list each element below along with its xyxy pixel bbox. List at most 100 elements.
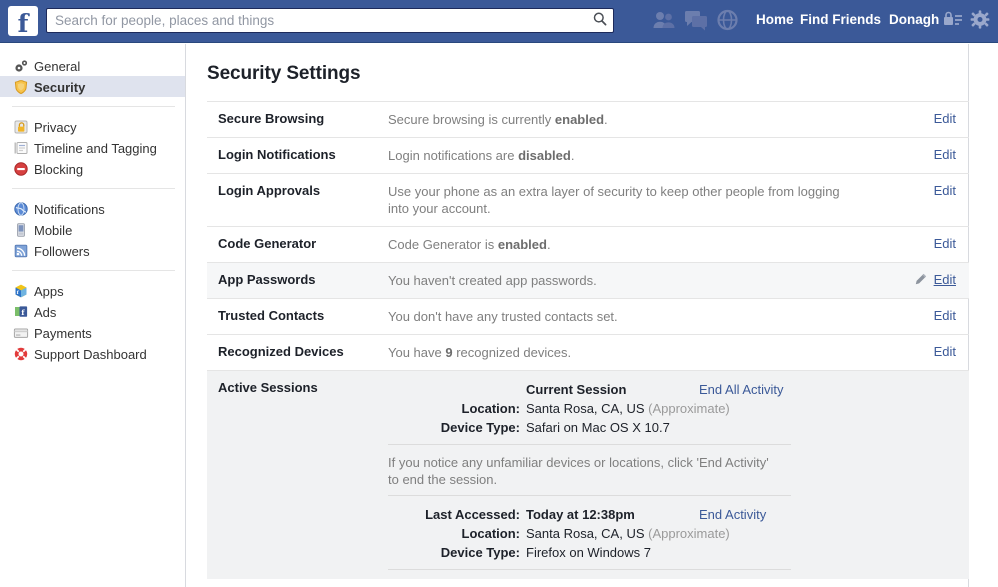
- sidebar-divider: [12, 270, 175, 271]
- sidebar-item-security[interactable]: Security: [0, 76, 185, 97]
- search-box: [46, 8, 614, 33]
- shield-icon: [13, 79, 29, 95]
- sidebar-item-followers[interactable]: Followers: [0, 240, 185, 261]
- current-session-heading: Current Session: [526, 382, 627, 397]
- current-session-heading-line: Current Session End All Activity: [388, 380, 969, 399]
- edit-link[interactable]: Edit: [934, 111, 956, 126]
- messages-icon[interactable]: [684, 9, 708, 33]
- pencil-icon[interactable]: [914, 273, 927, 286]
- nav-profile-link[interactable]: Donagh: [889, 12, 939, 27]
- sidebar-divider: [12, 106, 175, 107]
- sidebar-item-label: Privacy: [34, 120, 77, 136]
- sidebar-item-ads[interactable]: f Ads: [0, 301, 185, 322]
- end-all-activity-link[interactable]: End All Activity: [699, 380, 784, 399]
- end-activity-link[interactable]: End Activity: [699, 505, 766, 524]
- row-label: App Passwords: [218, 272, 316, 287]
- row-description: You don't have any trusted contacts set.: [388, 308, 849, 325]
- sessions-body: Current Session End All Activity Locatio…: [388, 380, 969, 579]
- row-description: Login notifications are disabled.: [388, 147, 849, 164]
- sidebar-item-blocking[interactable]: Blocking: [0, 158, 185, 179]
- other-session-location-line: Location: Santa Rosa, CA, US (Approximate…: [388, 524, 969, 543]
- row-desc-post: recognized devices.: [452, 345, 572, 360]
- row-label: Login Approvals: [218, 183, 321, 198]
- nav-find-friends-link[interactable]: Find Friends: [800, 12, 881, 27]
- row-desc-pre: You haven't created app passwords.: [388, 273, 597, 288]
- edit-link[interactable]: Edit: [934, 344, 956, 359]
- row-label: Active Sessions: [218, 380, 318, 395]
- search-button[interactable]: [589, 11, 611, 30]
- blocking-icon: [13, 161, 29, 177]
- sidebar-item-apps[interactable]: f Apps: [0, 280, 185, 301]
- nav-home-link[interactable]: Home: [756, 12, 794, 27]
- gears-icon: [13, 58, 29, 74]
- sidebar-item-notifications[interactable]: Notifications: [0, 198, 185, 219]
- sidebar-item-label: General: [34, 59, 81, 75]
- current-session-location-line: Location: Santa Rosa, CA, US (Approximate…: [388, 399, 969, 418]
- table-row[interactable]: Recognized Devices You have 9 recognized…: [207, 334, 969, 370]
- device-type-label: Device Type:: [440, 545, 520, 560]
- current-session-device-line: Device Type: Safari on Mac OS X 10.7: [388, 418, 969, 437]
- globe-icon: [13, 201, 29, 217]
- privacy-shortcuts-icon[interactable]: [943, 10, 963, 30]
- sidebar-item-label: Notifications: [34, 202, 105, 218]
- search-input[interactable]: [47, 9, 587, 32]
- edit-link[interactable]: Edit: [934, 308, 956, 323]
- sidebar-item-label: Payments: [34, 326, 92, 342]
- sidebar-item-label: Security: [34, 80, 86, 96]
- sidebar-item-label: Timeline and Tagging: [34, 141, 157, 157]
- sidebar-group-account: General Security: [0, 55, 185, 97]
- row-description: Code Generator is enabled.: [388, 236, 849, 253]
- sidebar-item-timeline-and-tagging[interactable]: Timeline and Tagging: [0, 137, 185, 158]
- location-approx: (Approximate): [648, 401, 730, 416]
- edit-link[interactable]: Edit: [934, 147, 956, 162]
- gear-icon[interactable]: [970, 10, 990, 30]
- sidebar-item-mobile[interactable]: Mobile: [0, 219, 185, 240]
- row-label: Login Notifications: [218, 147, 336, 162]
- location-approx: (Approximate): [648, 526, 730, 541]
- current-session-block: Current Session End All Activity Locatio…: [388, 380, 969, 505]
- table-row[interactable]: App Passwords You haven't created app pa…: [207, 262, 969, 298]
- row-description: You haven't created app passwords.: [388, 272, 849, 289]
- row-desc-bold: disabled: [518, 148, 571, 163]
- table-row[interactable]: Trusted Contacts You don't have any trus…: [207, 298, 969, 334]
- table-row[interactable]: Login Approvals Use your phone as an ext…: [207, 173, 969, 226]
- followers-icon: [13, 243, 29, 259]
- sidebar-item-general[interactable]: General: [0, 55, 185, 76]
- friend-requests-icon[interactable]: [652, 9, 676, 33]
- settings-sidebar: General Security Privacy Timeline and Ta…: [0, 44, 186, 587]
- sidebar-item-label: Support Dashboard: [34, 347, 147, 363]
- session-divider: [388, 495, 791, 496]
- support-lifebuoy-icon: [13, 346, 29, 362]
- row-label: Code Generator: [218, 236, 317, 251]
- row-desc-pre: Secure browsing is currently: [388, 112, 555, 127]
- sidebar-item-support-dashboard[interactable]: Support Dashboard: [0, 343, 185, 364]
- notifications-globe-icon[interactable]: [716, 9, 740, 33]
- security-settings-list: Secure Browsing Secure browsing is curre…: [207, 101, 969, 579]
- other-session-block: Last Accessed: Today at 12:38pm End Activ…: [388, 505, 969, 579]
- device-type-value: Firefox on Windows 7: [526, 545, 651, 560]
- row-desc-bold: enabled: [554, 112, 605, 127]
- table-row[interactable]: Login Notifications Login notifications …: [207, 137, 969, 173]
- device-type-value: Safari on Mac OS X 10.7: [526, 420, 670, 435]
- edit-link[interactable]: Edit: [934, 183, 956, 198]
- table-row[interactable]: Code Generator Code Generator is enabled…: [207, 226, 969, 262]
- sidebar-item-label: Blocking: [34, 162, 84, 178]
- sidebar-group-privacy: Privacy Timeline and Tagging Blocking: [0, 116, 185, 179]
- edit-link[interactable]: Edit: [934, 236, 956, 251]
- row-desc-pre: Code Generator is: [388, 237, 498, 252]
- table-row[interactable]: Secure Browsing Secure browsing is curre…: [207, 101, 969, 137]
- sidebar-item-privacy[interactable]: Privacy: [0, 116, 185, 137]
- page-title: Security Settings: [207, 63, 361, 84]
- edit-link[interactable]: Edit: [934, 272, 956, 287]
- location-label: Location:: [461, 526, 521, 541]
- sidebar-item-payments[interactable]: Payments: [0, 322, 185, 343]
- row-desc-pre: Use your phone as an extra layer of secu…: [388, 184, 840, 216]
- ads-icon: f: [13, 304, 29, 320]
- lock-icon: [13, 119, 29, 135]
- row-description: You have 9 recognized devices.: [388, 344, 849, 361]
- facebook-logo[interactable]: f: [8, 6, 38, 36]
- sessions-note: If you notice any unfamiliar devices or …: [388, 455, 769, 487]
- row-label: Trusted Contacts: [218, 308, 325, 323]
- main-content: Security Settings Secure Browsing Secure…: [187, 44, 969, 587]
- row-desc-post: .: [546, 237, 551, 252]
